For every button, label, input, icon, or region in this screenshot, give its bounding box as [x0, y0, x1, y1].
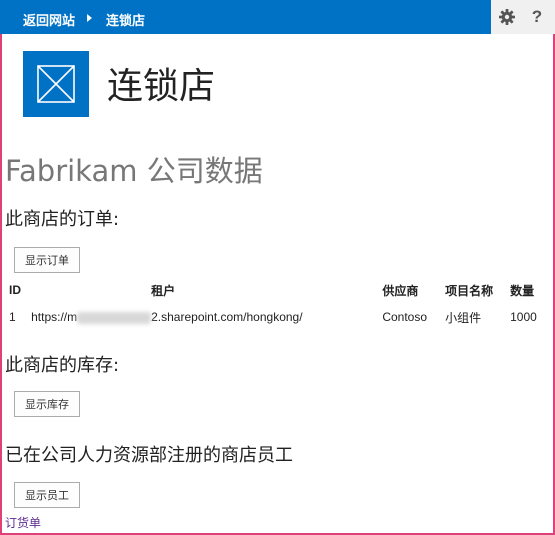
tenant-suffix: 2.sharepoint.com/hongkong/ — [151, 310, 303, 324]
tenant-prefix: https://m — [31, 310, 78, 324]
column-header-id: ID — [9, 283, 21, 297]
column-header-vendor: 供应商 — [382, 283, 419, 298]
table-row: 1 https://m 2.sharepoint.com/hongkong/ Co… — [5, 300, 555, 334]
column-header-item: 项目名称 — [445, 283, 494, 298]
table-header-row: ID 租户 供应商 项目名称 数量 — [5, 280, 555, 300]
cell-item: 小组件 — [445, 310, 482, 325]
show-employees-button[interactable]: 显示员工 — [14, 482, 80, 508]
site-logo-icon[interactable] — [23, 51, 89, 117]
site-breadcrumb-link[interactable]: 连锁店 — [106, 10, 145, 29]
site-title[interactable]: 连锁店 — [107, 57, 215, 109]
redacted-text — [77, 311, 152, 324]
back-to-site-link[interactable]: 返回网站 — [23, 10, 75, 29]
orders-table: ID 租户 供应商 项目名称 数量 1 https://m 2.sharepoin… — [5, 280, 555, 334]
breadcrumb-arrow-icon — [87, 14, 92, 22]
cell-tenant: https://m 2.sharepoint.com/hongkong/ — [31, 300, 382, 334]
show-orders-button[interactable]: 显示订单 — [14, 247, 80, 273]
inventory-heading: 此商店的库存: — [5, 355, 120, 376]
orders-heading: 此商店的订单: — [5, 209, 120, 230]
employees-heading: 已在公司人力资源部注册的商店员工 — [5, 445, 293, 466]
cell-id: 1 — [9, 310, 16, 324]
column-header-tenant: 租户 — [151, 283, 176, 298]
cell-vendor: Contoso — [382, 310, 428, 324]
page-title: Fabrikam 公司数据 — [5, 154, 263, 188]
cell-quantity: 1000 — [510, 310, 537, 324]
show-inventory-button[interactable]: 显示库存 — [14, 391, 80, 417]
column-header-quantity: 数量 — [510, 283, 535, 298]
toolbar-tools: ? — [491, 0, 555, 34]
order-form-link[interactable]: 订货单 — [5, 514, 41, 531]
suite-bar: 返回网站 连锁店 ? — [0, 0, 555, 34]
question-mark-icon[interactable]: ? — [527, 7, 547, 27]
gear-icon[interactable] — [497, 7, 517, 27]
